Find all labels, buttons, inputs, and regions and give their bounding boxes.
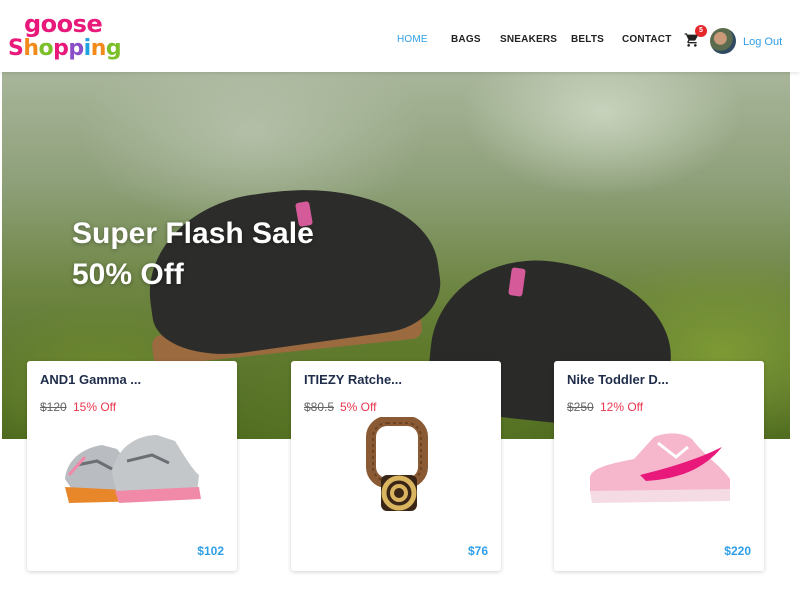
logout-link[interactable]: Log Out bbox=[743, 36, 782, 48]
nav-item-belts[interactable]: BELTS bbox=[571, 34, 604, 45]
logo-letter: o bbox=[38, 36, 54, 61]
product-price: $76 bbox=[467, 544, 488, 558]
user-avatar[interactable] bbox=[710, 28, 736, 54]
logo-letter: h bbox=[23, 36, 39, 61]
product-old-price: $80.5 bbox=[304, 400, 335, 414]
brand-logo-line2: Shopping bbox=[8, 36, 122, 61]
nav-item-contact[interactable]: CONTACT bbox=[622, 34, 672, 45]
nav-item-bags[interactable]: BAGS bbox=[451, 34, 481, 45]
hero-subheadline: 50% Off bbox=[72, 258, 184, 291]
top-navbar: goose Shopping HOME BAGS SNEAKERS BELTS … bbox=[0, 0, 800, 72]
nav-item-home[interactable]: HOME bbox=[397, 34, 428, 45]
logo-letter: n bbox=[90, 36, 107, 61]
product-name[interactable]: Nike Toddler D... bbox=[567, 372, 669, 387]
brand-logo[interactable]: goose Shopping bbox=[8, 10, 122, 66]
product-price: $102 bbox=[197, 544, 224, 558]
product-name[interactable]: ITIEZY Ratche... bbox=[304, 372, 402, 387]
brand-logo-line1: goose bbox=[24, 10, 103, 38]
logo-letter: S bbox=[8, 36, 24, 61]
product-price: $220 bbox=[724, 544, 751, 558]
product-card[interactable]: ITIEZY Ratche... $80.5 5% Off $76 bbox=[291, 361, 501, 571]
product-card[interactable]: AND1 Gamma ... $120 15% Off $102 bbox=[27, 361, 237, 571]
logo-letter: p bbox=[53, 36, 69, 61]
product-discount: 15% Off bbox=[73, 400, 117, 414]
product-card[interactable]: Nike Toddler D... $250 12% Off $220 bbox=[554, 361, 764, 571]
logo-letter: i bbox=[83, 36, 92, 61]
cart-count-badge: 5 bbox=[695, 25, 707, 37]
brown-belt-image[interactable] bbox=[321, 417, 471, 517]
nav-item-sneakers[interactable]: SNEAKERS bbox=[500, 34, 557, 45]
sneaker-gray-orange-image[interactable] bbox=[57, 417, 207, 517]
product-name[interactable]: AND1 Gamma ... bbox=[40, 372, 141, 387]
logo-letter: g bbox=[105, 36, 122, 61]
product-old-price: $120 bbox=[40, 400, 67, 414]
hero-headline: Super Flash Sale bbox=[72, 217, 314, 250]
product-discount: 12% Off bbox=[600, 400, 644, 414]
pink-sneaker-image[interactable] bbox=[584, 417, 734, 517]
product-discount: 5% Off bbox=[340, 400, 377, 414]
product-old-price: $250 bbox=[567, 400, 594, 414]
logo-letter: p bbox=[68, 36, 84, 61]
